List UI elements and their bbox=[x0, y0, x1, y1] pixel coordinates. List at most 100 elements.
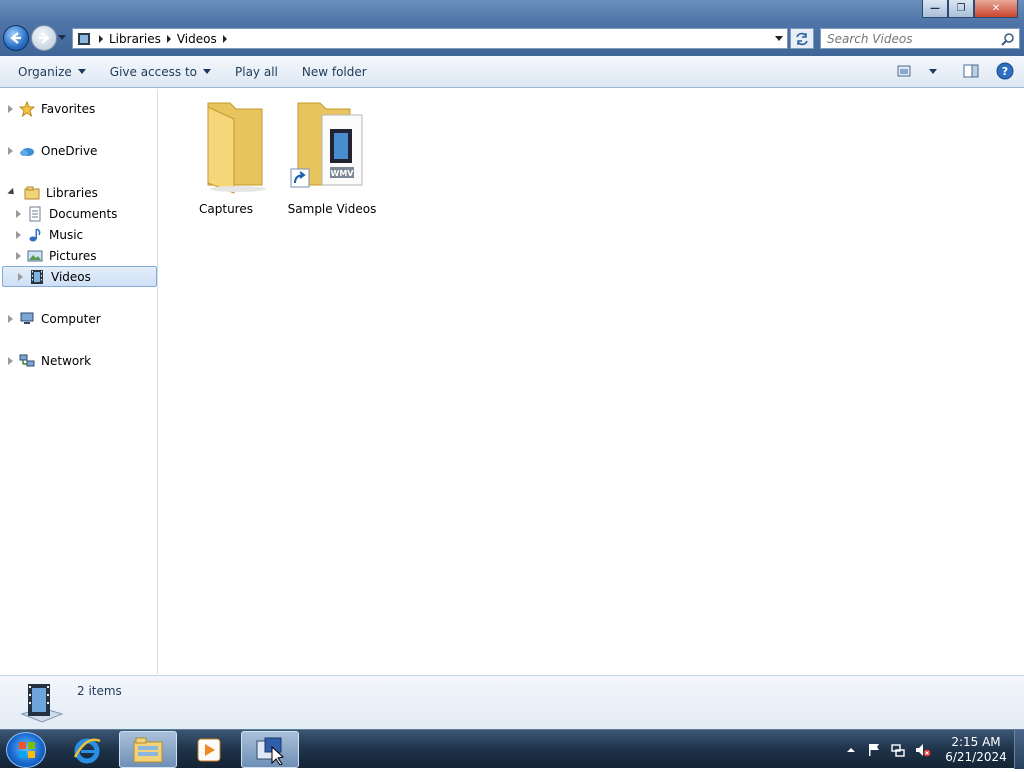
system-clock[interactable]: 2:15 AM 6/21/2024 bbox=[938, 735, 1014, 765]
view-options-dropdown[interactable] bbox=[928, 60, 938, 82]
explorer-title-bar: — ❐ ✕ Libraries Videos bbox=[0, 0, 1024, 56]
view-controls: ? bbox=[894, 60, 1024, 82]
library-videos-icon bbox=[78, 32, 90, 45]
maximize-button[interactable]: ❐ bbox=[948, 0, 974, 18]
taskbar-internet-explorer[interactable] bbox=[58, 731, 116, 768]
nav-onedrive[interactable]: OneDrive bbox=[0, 140, 157, 161]
breadcrumb-separator-icon[interactable] bbox=[166, 34, 171, 43]
folder-label: Captures bbox=[199, 202, 253, 216]
collapse-arrow-icon[interactable] bbox=[7, 187, 17, 198]
window-switch-icon bbox=[256, 737, 285, 765]
new-folder-button[interactable]: New folder bbox=[294, 60, 375, 84]
search-box[interactable] bbox=[820, 28, 1020, 49]
organize-menu[interactable]: Organize bbox=[10, 60, 94, 84]
nav-computer[interactable]: Computer bbox=[0, 308, 157, 329]
close-button[interactable]: ✕ bbox=[974, 0, 1018, 18]
command-bar: Organize Give access to Play all New fol… bbox=[0, 56, 1024, 88]
expand-arrow-icon[interactable] bbox=[16, 251, 21, 260]
chevron-down-icon bbox=[203, 69, 211, 74]
volume-muted-icon[interactable] bbox=[914, 742, 932, 758]
folder-item-captures[interactable]: Captures bbox=[176, 95, 276, 216]
file-list: Captures WMV Sample Videos bbox=[159, 89, 1024, 674]
videos-filmstrip-icon bbox=[29, 269, 45, 285]
show-desktop-button[interactable] bbox=[1014, 730, 1024, 769]
change-view-button[interactable] bbox=[894, 60, 916, 82]
minimize-button[interactable]: — bbox=[922, 0, 948, 18]
nav-music[interactable]: Music bbox=[0, 224, 157, 245]
address-history-dropdown-icon[interactable] bbox=[775, 36, 783, 41]
nav-onedrive-label: OneDrive bbox=[41, 143, 98, 158]
address-bar[interactable]: Libraries Videos bbox=[72, 28, 788, 49]
media-player-icon bbox=[197, 738, 221, 761]
nav-pictures-label: Pictures bbox=[49, 248, 97, 263]
expand-arrow-icon[interactable] bbox=[16, 209, 21, 218]
start-button[interactable] bbox=[6, 732, 46, 768]
back-arrow-icon bbox=[10, 32, 21, 44]
details-pane: 2 items bbox=[0, 675, 1024, 729]
forward-arrow-icon bbox=[39, 32, 50, 44]
onedrive-icon bbox=[19, 143, 35, 159]
view-icon bbox=[897, 65, 911, 77]
preview-pane-button[interactable] bbox=[960, 60, 982, 82]
breadcrumb-libraries[interactable]: Libraries bbox=[109, 32, 161, 46]
help-button[interactable]: ? bbox=[994, 60, 1016, 82]
pictures-icon bbox=[27, 248, 43, 264]
libraries-icon bbox=[24, 185, 40, 201]
recent-pages-dropdown-icon[interactable] bbox=[58, 33, 66, 41]
nav-libraries[interactable]: Libraries bbox=[0, 182, 157, 203]
nav-computer-label: Computer bbox=[41, 311, 101, 326]
folder-label: Sample Videos bbox=[287, 202, 377, 216]
nav-network[interactable]: Network bbox=[0, 350, 157, 371]
expand-arrow-icon[interactable] bbox=[18, 272, 23, 281]
search-icon[interactable] bbox=[1001, 32, 1015, 46]
nav-pictures[interactable]: Pictures bbox=[0, 245, 157, 266]
organize-label: Organize bbox=[18, 64, 72, 79]
nav-libraries-label: Libraries bbox=[46, 185, 98, 200]
expand-arrow-icon[interactable] bbox=[16, 230, 21, 239]
nav-favorites[interactable]: Favorites bbox=[0, 98, 157, 119]
give-access-menu[interactable]: Give access to bbox=[102, 60, 219, 84]
play-all-label: Play all bbox=[235, 64, 278, 79]
folder-item-sample-videos[interactable]: WMV Sample Videos bbox=[282, 95, 382, 216]
svg-text:?: ? bbox=[1002, 65, 1008, 78]
play-all-button[interactable]: Play all bbox=[227, 60, 286, 84]
expand-arrow-icon[interactable] bbox=[8, 356, 13, 365]
folder-icon bbox=[207, 102, 266, 194]
close-icon: ✕ bbox=[991, 2, 1001, 14]
nav-videos[interactable]: Videos bbox=[2, 266, 157, 287]
expand-arrow-icon[interactable] bbox=[8, 314, 13, 323]
back-button[interactable] bbox=[3, 25, 29, 51]
search-input[interactable] bbox=[821, 29, 991, 48]
nav-music-label: Music bbox=[49, 227, 84, 242]
action-center-flag-icon[interactable] bbox=[866, 742, 882, 758]
breadcrumb-videos[interactable]: Videos bbox=[177, 32, 217, 46]
chevron-down-icon bbox=[77, 69, 86, 74]
nav-favorites-label: Favorites bbox=[41, 101, 96, 116]
taskbar-windows-explorer[interactable] bbox=[119, 731, 177, 768]
refresh-button[interactable] bbox=[790, 28, 814, 49]
chevron-down-icon bbox=[929, 68, 937, 74]
taskbar-media-player[interactable] bbox=[180, 731, 238, 768]
forward-button[interactable] bbox=[31, 25, 57, 51]
breadcrumb-separator-icon[interactable] bbox=[222, 34, 227, 43]
nav-documents[interactable]: Documents bbox=[0, 203, 157, 224]
expand-arrow-icon[interactable] bbox=[8, 104, 13, 113]
taskbar-active-window[interactable] bbox=[241, 731, 299, 768]
expand-arrow-icon[interactable] bbox=[8, 146, 13, 155]
breadcrumb-separator-icon[interactable] bbox=[99, 34, 103, 43]
item-count: 2 items bbox=[77, 684, 122, 698]
taskbar: 2:15 AM 6/21/2024 bbox=[0, 729, 1024, 769]
give-access-label: Give access to bbox=[109, 64, 197, 79]
new-folder-label: New folder bbox=[301, 64, 367, 79]
folder-library-icon bbox=[133, 737, 163, 762]
documents-icon bbox=[27, 206, 43, 222]
wmv-badge: WMV bbox=[331, 169, 355, 178]
nav-videos-label: Videos bbox=[51, 269, 91, 284]
nav-documents-label: Documents bbox=[49, 206, 118, 221]
windows-logo-icon bbox=[19, 742, 35, 758]
network-status-icon[interactable] bbox=[890, 742, 906, 758]
music-note-icon bbox=[27, 227, 43, 243]
help-icon: ? bbox=[996, 62, 1014, 80]
minimize-icon: — bbox=[930, 2, 940, 14]
show-hidden-icons-icon[interactable] bbox=[844, 743, 858, 757]
